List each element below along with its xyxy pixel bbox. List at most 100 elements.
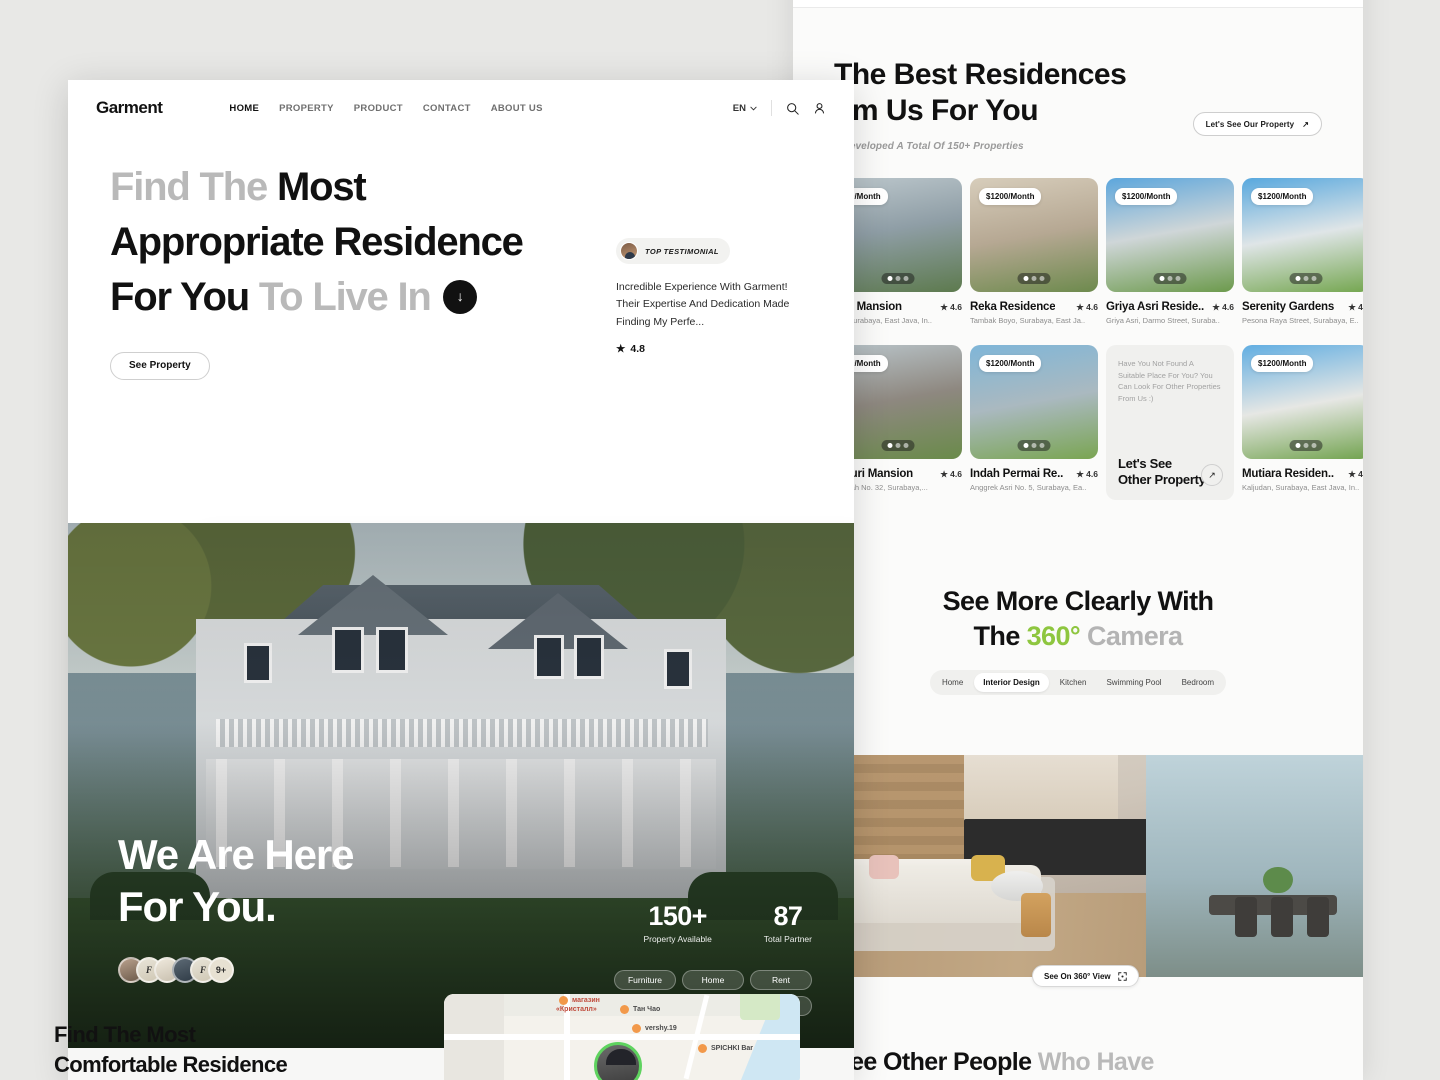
- tab-bedroom[interactable]: Bedroom: [1173, 673, 1223, 692]
- chip-home[interactable]: Home: [682, 970, 744, 990]
- hero-stats: 150+ Property Available 87 Total Partner: [643, 901, 812, 944]
- other-people-heading: See Other People Who Have: [793, 1048, 1363, 1077]
- nav-divider: [771, 100, 772, 116]
- expand-icon: [1117, 971, 1127, 981]
- property-card[interactable]: $1200/Month Indah Permai Re.. ★ 4.6 Angg…: [970, 345, 1098, 500]
- testimonial-badge-label: TOP TESTIMONIAL: [645, 246, 719, 256]
- avatar-group[interactable]: F F 9+: [118, 957, 234, 983]
- stat-label: Property Available: [643, 934, 712, 944]
- see-our-property-button[interactable]: Let's See Our Property ↗: [1192, 112, 1322, 136]
- nav-item-about-us[interactable]: ABOUT US: [491, 103, 543, 114]
- carousel-dots[interactable]: [881, 273, 915, 284]
- interior-chair: [1307, 897, 1329, 937]
- comfortable-heading-l2: Comfortable Residence: [54, 1051, 288, 1077]
- map-poi-label: «Кристалл»: [556, 1006, 597, 1013]
- interior-chair: [1235, 897, 1257, 937]
- residences-heading-line1: The Best Residences: [834, 58, 1127, 91]
- hero-image-headline-l2: For You.: [118, 882, 277, 930]
- testimonial-rating-value: 4.8: [630, 342, 646, 355]
- nav-links: HOME PROPERTY PRODUCT CONTACT ABOUT US: [229, 103, 542, 114]
- testimonial-card: TOP TESTIMONIAL Incredible Experience Wi…: [616, 238, 812, 355]
- left-page-panel: Garment HOME PROPERTY PRODUCT CONTACT AB…: [68, 80, 854, 1080]
- site-logo[interactable]: Garment: [96, 98, 163, 118]
- avatar-more-count[interactable]: 9+: [208, 957, 234, 983]
- scroll-down-button[interactable]: ↓: [442, 279, 477, 314]
- property-card[interactable]: $1200/Month Griya Asri Reside.. ★ 4.6 Gr…: [1106, 178, 1234, 325]
- nav-item-product[interactable]: PRODUCT: [354, 103, 403, 114]
- interior-preview-image: [793, 755, 1363, 977]
- top-navigation-bar: Garment HOME PROPERTY PRODUCT CONTACT AB…: [68, 80, 854, 136]
- see-our-property-label: Let's See Our Property: [1205, 119, 1295, 129]
- price-badge: $1200/Month: [979, 355, 1042, 372]
- tab-swimming-pool[interactable]: Swimming Pool: [1097, 673, 1170, 692]
- promo-card[interactable]: Have You Not Found A Suitable Place For …: [1106, 345, 1234, 500]
- chip-furniture[interactable]: Furniture: [614, 970, 676, 990]
- tab-kitchen[interactable]: Kitchen: [1051, 673, 1096, 692]
- carousel-dots[interactable]: [1017, 273, 1051, 284]
- property-card[interactable]: $1200/Month Mutiara Residen.. ★ 4.6 Kalj…: [1242, 345, 1363, 500]
- camera-heading-the: The: [973, 621, 1027, 651]
- nav-item-property[interactable]: PROPERTY: [279, 103, 334, 114]
- user-icon[interactable]: [813, 102, 826, 115]
- map-poi[interactable]: Тан Чао: [620, 1005, 660, 1014]
- residences-subheading: e Developed A Total Of 150+ Properties: [834, 141, 1024, 152]
- camera-heading-camera: Camera: [1080, 621, 1183, 651]
- comfortable-heading-l1: Find The Most: [54, 1022, 196, 1047]
- other-people-heading-black: See Other People: [834, 1048, 1038, 1076]
- camera-360-section: See More Clearly With The 360° Camera Ho…: [834, 586, 1322, 695]
- property-name: Mutiara Residen..: [1242, 468, 1334, 480]
- map-road: [444, 1034, 800, 1040]
- carousel-dots[interactable]: [1017, 440, 1051, 451]
- property-name: Reka Residence: [970, 301, 1056, 313]
- property-rating: ★ 4.6: [1348, 469, 1363, 479]
- hero-image-headline: We Are Here For You.: [118, 829, 354, 932]
- map-greenspace: [740, 994, 780, 1020]
- nav-item-contact[interactable]: CONTACT: [423, 103, 471, 114]
- hero-house-image: We Are Here For You. F F 9+ 150+ Propert…: [68, 523, 854, 1048]
- property-address: Griya Asri, Darmo Street, Suraba..: [1106, 316, 1220, 325]
- camera-tab-bar: Home Interior Design Kitchen Swimming Po…: [929, 670, 1227, 695]
- arrow-up-right-icon[interactable]: ↗: [1201, 464, 1223, 486]
- map-poi[interactable]: магазин: [559, 996, 600, 1005]
- property-rating: ★ 4.6: [940, 302, 962, 312]
- property-card[interactable]: $1200/Month Reka Residence ★ 4.6 Tambak …: [970, 178, 1098, 325]
- search-icon[interactable]: [786, 102, 799, 115]
- carousel-dots[interactable]: [881, 440, 915, 451]
- other-people-heading-gray: Who Have: [1037, 1048, 1155, 1076]
- property-rating: ★ 4.6: [1348, 302, 1363, 312]
- interior-stool: [1021, 893, 1051, 937]
- hero-title-l1-gray: Find The: [110, 165, 277, 209]
- carousel-dots[interactable]: [1289, 273, 1323, 284]
- tab-interior-design[interactable]: Interior Design: [974, 673, 1049, 692]
- carousel-dots[interactable]: [1289, 440, 1323, 451]
- location-map[interactable]: магазин «Кристалл» Тан Чао vershy.19 SPI…: [444, 994, 800, 1080]
- camera-heading-360: 360°: [1026, 621, 1081, 651]
- carousel-dots[interactable]: [1153, 273, 1187, 284]
- price-badge: $1200/Month: [1251, 188, 1314, 205]
- stat-property-available: 150+ Property Available: [643, 901, 711, 944]
- tab-home[interactable]: Home: [933, 673, 972, 692]
- best-residences-section: The Best Residences om Us For You e Deve…: [793, 7, 1363, 695]
- hero-title-l3-gray: To Live In: [258, 275, 432, 320]
- property-address: Anggrek Asri No. 5, Surabaya, Ea..: [970, 483, 1087, 492]
- property-name: Serenity Gardens: [1242, 301, 1335, 313]
- see-on-360-view-button[interactable]: See On 360° View: [1032, 965, 1139, 987]
- price-badge: $1200/Month: [1251, 355, 1314, 372]
- property-thumbnail: $1200/Month: [970, 178, 1098, 292]
- see-property-button[interactable]: See Property: [110, 351, 210, 380]
- nav-item-home[interactable]: HOME: [229, 103, 259, 114]
- chip-rent[interactable]: Rent: [750, 970, 812, 990]
- property-card[interactable]: $1200/Month Serenity Gardens ★ 4.6 Peson…: [1242, 178, 1363, 325]
- avatar: [620, 242, 638, 260]
- camera-heading-line1: See More Clearly With: [942, 586, 1214, 616]
- map-poi[interactable]: SPICHKI Bar: [698, 1044, 753, 1053]
- language-selector[interactable]: EN: [733, 103, 757, 114]
- chevron-down-icon: [750, 106, 757, 110]
- property-address: Tambak Boyo, Surabaya, East Ja..: [970, 316, 1086, 325]
- property-thumbnail: $1200/Month: [1242, 178, 1363, 292]
- property-thumbnail: $1200/Month: [1106, 178, 1234, 292]
- stat-total-partner: 87 Total Partner: [764, 901, 812, 944]
- see-on-360-label: See On 360° View: [1044, 971, 1111, 981]
- map-poi[interactable]: vershy.19: [632, 1024, 677, 1033]
- property-address: Pesona Raya Street, Surabaya, E..: [1242, 316, 1359, 325]
